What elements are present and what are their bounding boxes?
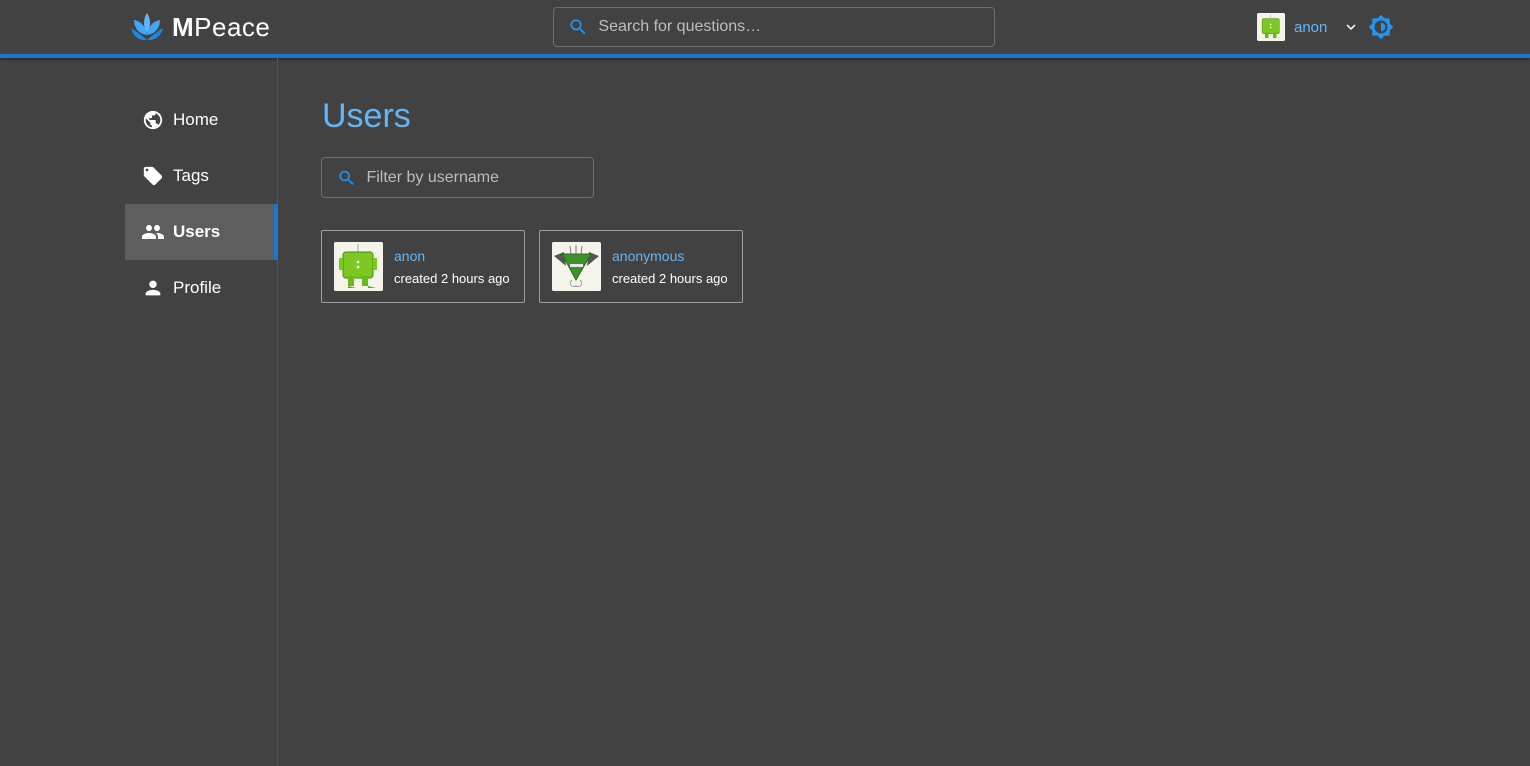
sidebar: Home Tags Users Profile xyxy=(0,58,278,766)
people-icon xyxy=(141,220,165,244)
person-icon xyxy=(141,276,165,300)
lotus-icon xyxy=(131,13,163,41)
current-username: anon xyxy=(1294,18,1328,36)
sidebar-item-label: Profile xyxy=(173,278,222,297)
tag-icon xyxy=(141,164,165,188)
top-bar: MPeace anon xyxy=(0,0,1530,58)
app-name: MPeace xyxy=(172,11,271,42)
search-input[interactable] xyxy=(598,18,994,36)
globe-icon xyxy=(141,108,165,132)
sidebar-item-label: Users xyxy=(173,222,221,241)
page-title: Users xyxy=(322,97,411,135)
sidebar-nav: Home Tags Users Profile xyxy=(125,92,278,316)
theme-toggle-icon[interactable] xyxy=(1368,14,1394,40)
monster-avatar-icon xyxy=(1257,13,1285,41)
sidebar-item-label: Home xyxy=(173,110,219,129)
sidebar-item-profile[interactable]: Profile xyxy=(125,260,278,316)
search-icon xyxy=(570,19,586,35)
avatar xyxy=(552,242,601,291)
filter-input[interactable] xyxy=(366,168,593,187)
monster-avatar-icon xyxy=(334,242,383,291)
question-search[interactable] xyxy=(553,7,995,47)
user-card[interactable]: anon created 2 hours ago xyxy=(321,230,525,303)
username-filter[interactable] xyxy=(321,157,594,198)
app-logo[interactable]: MPeace xyxy=(130,10,270,44)
user-card-name[interactable]: anon xyxy=(394,248,510,264)
user-card-created: created 2 hours ago xyxy=(394,270,510,286)
search-icon xyxy=(339,170,354,185)
user-card-info: anonymous created 2 hours ago xyxy=(612,248,728,286)
user-menu[interactable]: anon xyxy=(1257,13,1360,41)
sidebar-item-home[interactable]: Home xyxy=(125,92,278,148)
user-card-name[interactable]: anonymous xyxy=(612,248,728,264)
user-card[interactable]: anonymous created 2 hours ago xyxy=(539,230,743,303)
sidebar-item-tags[interactable]: Tags xyxy=(125,148,278,204)
user-card-info: anon created 2 hours ago xyxy=(394,248,510,286)
sidebar-item-label: Tags xyxy=(173,166,209,185)
monster-avatar-icon xyxy=(552,242,601,291)
avatar xyxy=(334,242,383,291)
avatar xyxy=(1257,13,1285,41)
sidebar-item-users[interactable]: Users xyxy=(125,204,278,260)
user-card-created: created 2 hours ago xyxy=(612,270,728,286)
chevron-down-icon xyxy=(1346,24,1356,30)
